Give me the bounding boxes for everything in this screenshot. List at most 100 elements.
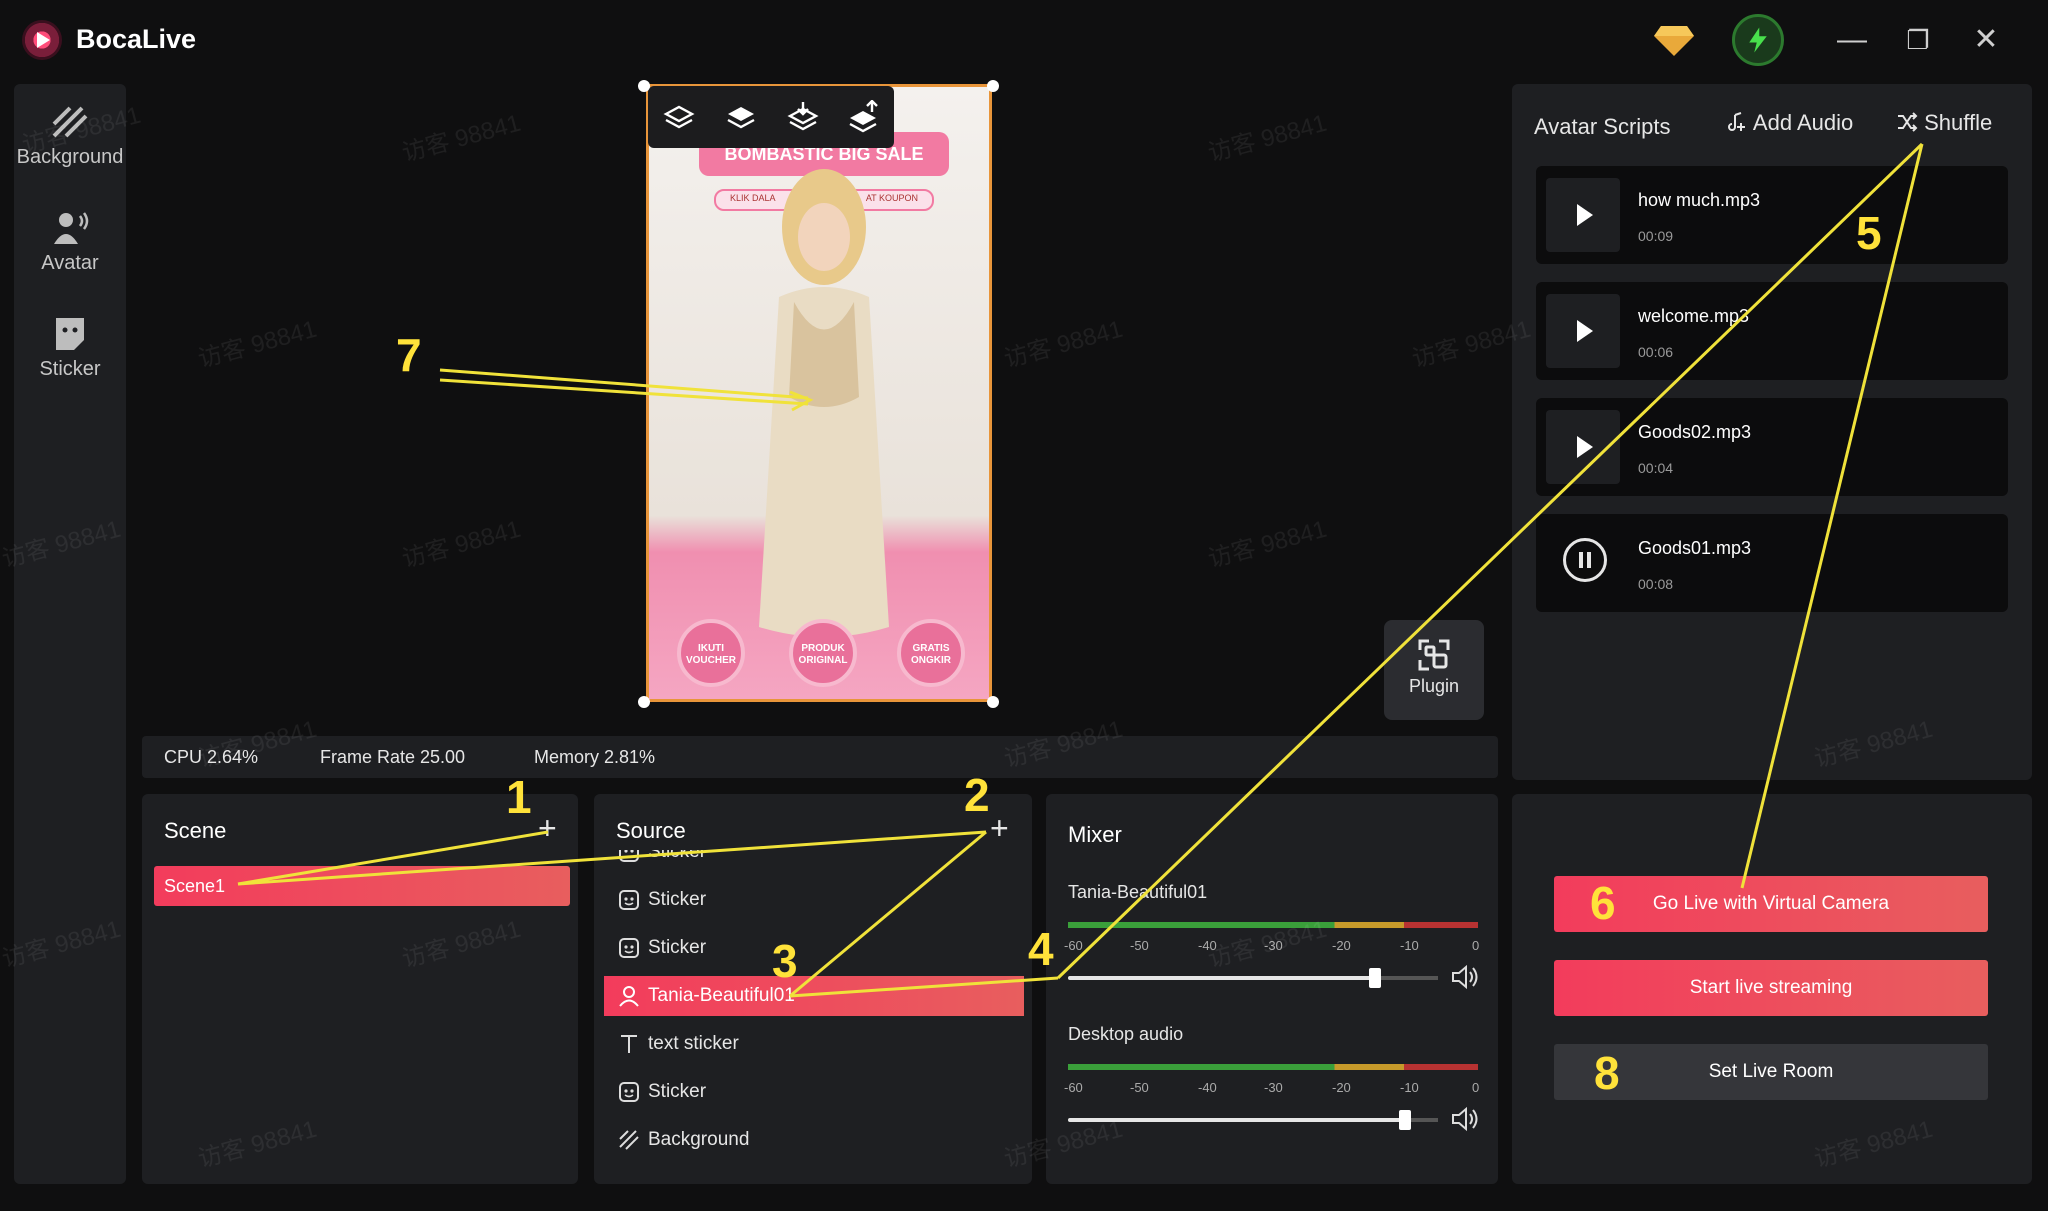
- person-icon: [619, 986, 639, 1007]
- go-live-virtual-camera-button[interactable]: Go Live with Virtual Camera: [1554, 876, 1988, 932]
- meter-tick: -10: [1400, 1080, 1419, 1095]
- sidebar: Background Avatar Sticker: [14, 84, 126, 1184]
- memory-usage: Memory 2.81%: [534, 747, 656, 767]
- source-item-label: Tania-Beautiful01: [648, 985, 795, 1006]
- meter-tick: 0: [1472, 938, 1480, 953]
- meter-tick: -60: [1064, 938, 1083, 953]
- audio-duration: 00:04: [1638, 460, 1674, 476]
- source-item[interactable]: Sticker: [604, 880, 1024, 920]
- sticker-icon: [619, 890, 639, 910]
- title-bar: BocaLive — ❐ ✕: [0, 0, 2048, 80]
- sidebar-item-avatar[interactable]: Avatar: [14, 210, 126, 275]
- play-button[interactable]: [1546, 294, 1620, 368]
- source-item[interactable]: text sticker: [604, 1024, 1024, 1064]
- source-panel: Source + Sticker Sticker Sticker Tania-B…: [594, 794, 1032, 1184]
- source-list[interactable]: Sticker Sticker Sticker Tania-Beautiful0…: [594, 850, 1032, 1180]
- volume-slider[interactable]: [1068, 968, 1438, 988]
- plugin-icon: [1418, 639, 1450, 671]
- avatar-scripts-panel: Avatar Scripts Add Audio Shuffle how muc…: [1512, 84, 2032, 780]
- play-icon: [1577, 204, 1593, 226]
- plugin-label: Plugin: [1408, 676, 1460, 696]
- source-item-label: Sticker: [648, 1081, 707, 1102]
- mixer-channel-name: Tania-Beautiful01: [1068, 882, 1208, 902]
- source-item[interactable]: Background: [604, 1120, 1024, 1160]
- shuffle-label: Shuffle: [1924, 110, 1993, 135]
- plugin-button[interactable]: Plugin: [1384, 620, 1484, 720]
- speaker-icon[interactable]: [1450, 964, 1480, 990]
- watermark-text: 访客 98841: [1205, 109, 1330, 168]
- play-button[interactable]: [1546, 410, 1620, 484]
- avatar-figure: [759, 169, 889, 637]
- pause-icon[interactable]: [1563, 538, 1607, 582]
- restore-button[interactable]: ❐: [1896, 18, 1940, 62]
- bolt-icon[interactable]: [1732, 14, 1784, 66]
- sticker-icon: [619, 1082, 639, 1102]
- resize-handle[interactable]: [638, 80, 650, 92]
- meter-tick: -30: [1264, 1080, 1283, 1095]
- layer-down-icon[interactable]: [662, 100, 696, 134]
- meter-tick: -20: [1332, 938, 1351, 953]
- audio-script-item[interactable]: welcome.mp3 00:06: [1536, 282, 2008, 380]
- volume-slider[interactable]: [1068, 1110, 1438, 1130]
- meter-tick: -20: [1332, 1080, 1351, 1095]
- close-button[interactable]: ✕: [1964, 18, 2008, 62]
- audio-duration: 00:09: [1638, 228, 1674, 244]
- source-item[interactable]: Sticker: [604, 1072, 1024, 1112]
- meter-tick: -50: [1130, 938, 1149, 953]
- avatar-icon: [54, 212, 89, 244]
- scripts-title: Avatar Scripts: [1534, 114, 1671, 139]
- annotation-number: 2: [964, 769, 990, 821]
- resize-handle[interactable]: [638, 696, 650, 708]
- source-item[interactable]: Sticker: [604, 928, 1024, 968]
- live-preview-canvas[interactable]: BOMBASTIC BIG SALE KLIK DALA AT KOUPON I…: [646, 84, 992, 702]
- play-button[interactable]: [1546, 178, 1620, 252]
- audio-level-meter: [1068, 1064, 1478, 1070]
- audio-name: Goods01.mp3: [1638, 538, 1752, 558]
- source-item-label: Sticker: [648, 889, 707, 910]
- add-audio-label: Add Audio: [1752, 110, 1854, 135]
- sidebar-item-sticker[interactable]: Sticker: [14, 316, 126, 381]
- annotation-number: 1: [506, 771, 532, 823]
- text-icon: [621, 1035, 637, 1053]
- sidebar-item-label: Sticker: [39, 358, 101, 380]
- source-item-label: text sticker: [648, 1033, 739, 1054]
- play-icon: [1577, 436, 1593, 458]
- layer-top-icon[interactable]: [846, 100, 880, 134]
- annotation-number: 6: [1590, 877, 1616, 929]
- watermark-text: 访客 98841: [399, 515, 524, 574]
- badge-ongkir: GRATIS ONGKIR: [897, 619, 965, 687]
- layer-bottom-icon[interactable]: [786, 100, 820, 134]
- slider-knob[interactable]: [1399, 1110, 1411, 1130]
- audio-script-item[interactable]: Goods02.mp3 00:04: [1536, 398, 2008, 496]
- annotation-number: 5: [1856, 207, 1882, 259]
- annotation-number: 3: [772, 935, 798, 987]
- shuffle-button[interactable]: Shuffle: [1896, 110, 1992, 136]
- badge-voucher: IKUTI VOUCHER: [677, 619, 745, 687]
- minimize-button[interactable]: —: [1830, 18, 1874, 62]
- resize-handle[interactable]: [987, 696, 999, 708]
- start-live-streaming-button[interactable]: Start live streaming: [1554, 960, 1988, 1016]
- source-item-label: Sticker: [648, 850, 707, 862]
- meter-tick: -60: [1064, 1080, 1083, 1095]
- frame-rate: Frame Rate 25.00: [320, 747, 466, 767]
- add-scene-button[interactable]: +: [538, 810, 557, 847]
- scene-item[interactable]: Scene1: [154, 866, 570, 906]
- diamond-icon[interactable]: [1650, 16, 1698, 64]
- speaker-icon[interactable]: [1450, 1106, 1480, 1132]
- slider-knob[interactable]: [1369, 968, 1381, 988]
- source-item-selected[interactable]: Tania-Beautiful01: [604, 976, 1024, 1016]
- audio-script-item[interactable]: Goods01.mp3 00:08: [1536, 514, 2008, 612]
- watermark-text: 访客 98841: [1001, 315, 1126, 374]
- resize-handle[interactable]: [987, 80, 999, 92]
- audio-duration: 00:06: [1638, 344, 1674, 360]
- meter-tick: 0: [1472, 1080, 1480, 1095]
- app-title: BocaLive: [76, 24, 197, 54]
- source-title: Source: [616, 818, 686, 843]
- layer-up-icon[interactable]: [724, 100, 758, 134]
- audio-script-item[interactable]: how much.mp3 00:09: [1536, 166, 2008, 264]
- sticker-icon: [56, 318, 84, 350]
- source-item-label: Background: [648, 1129, 750, 1150]
- source-item[interactable]: Sticker: [604, 850, 1024, 872]
- add-source-button[interactable]: +: [990, 810, 1009, 847]
- add-audio-button[interactable]: Add Audio: [1726, 110, 1853, 136]
